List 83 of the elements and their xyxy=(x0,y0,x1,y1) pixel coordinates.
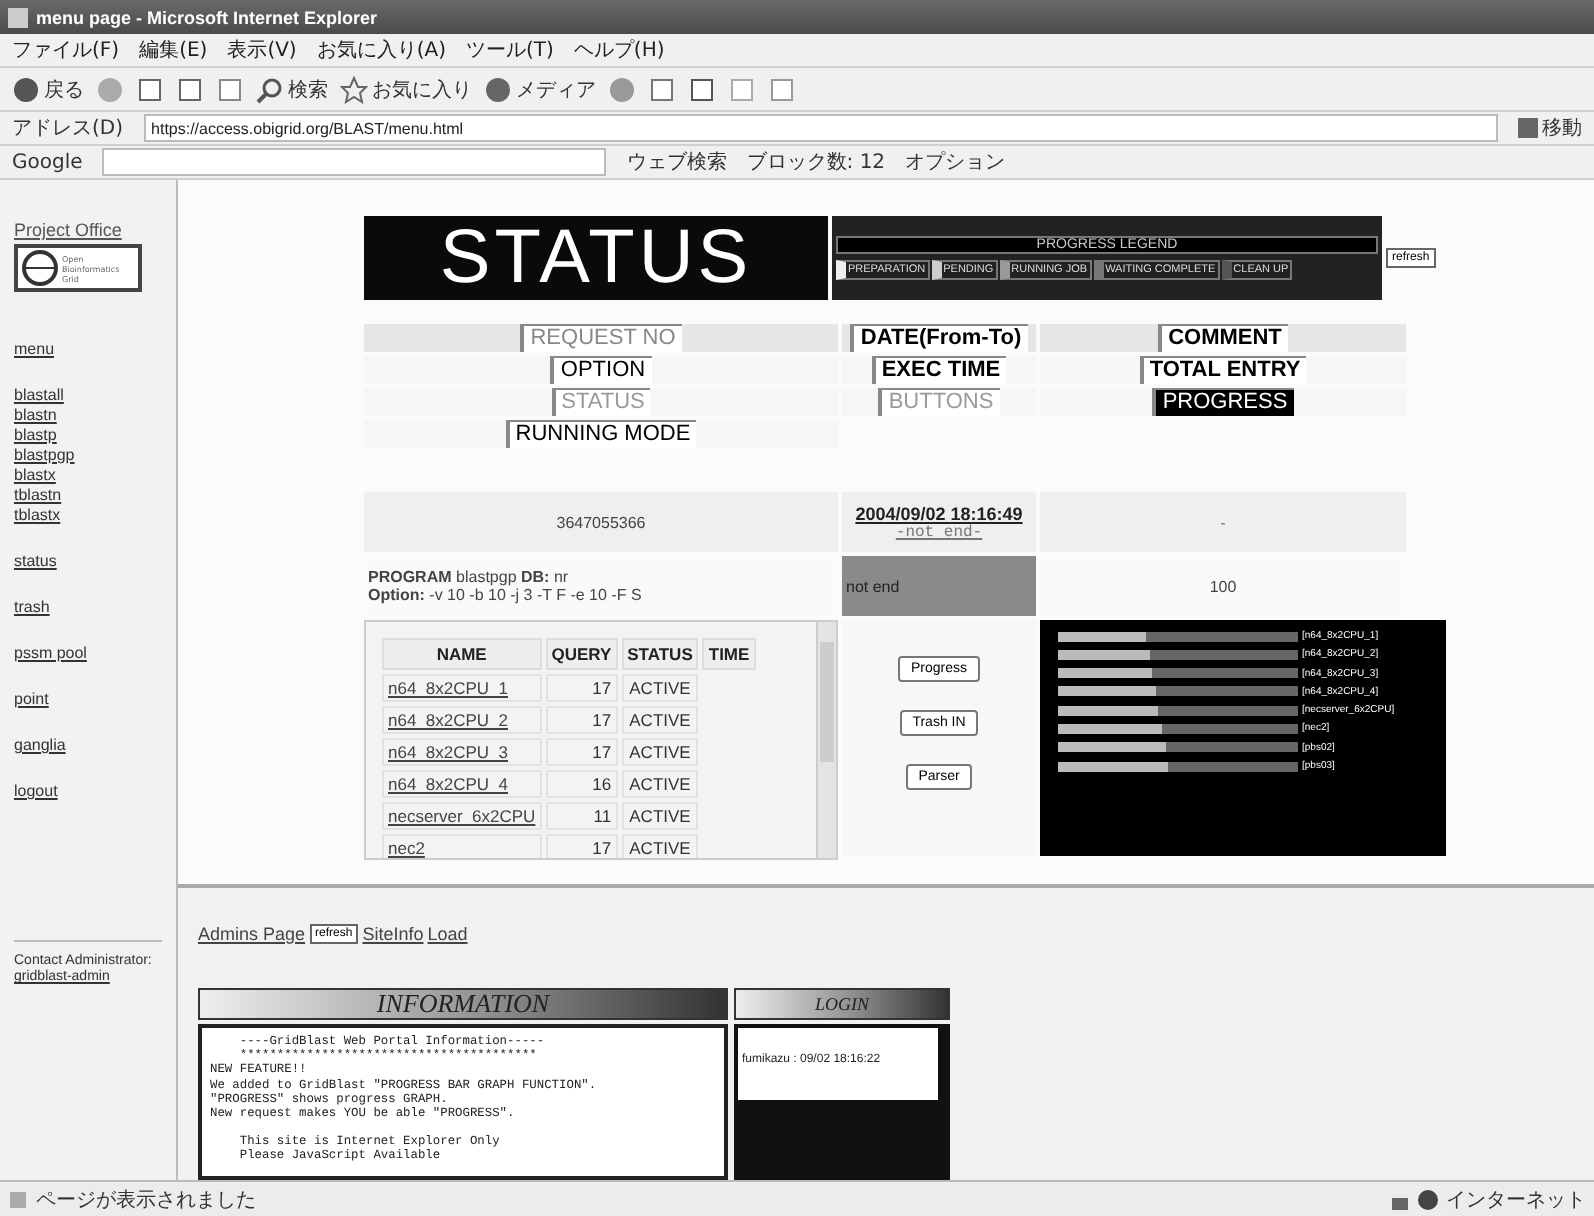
date-cell: 2004/09/02 18:16:49 -not end- xyxy=(842,492,1036,552)
sidebar-link[interactable]: blastx xyxy=(14,466,176,486)
sidebar-link[interactable]: status xyxy=(14,552,176,572)
toolbar-button[interactable]: 戻る xyxy=(12,75,84,103)
status-cell: ACTIVE xyxy=(621,834,699,858)
node-link[interactable]: necserver_6x2CPU xyxy=(388,806,536,826)
google-search-field[interactable] xyxy=(102,148,607,176)
status-cell: ACTIVE xyxy=(621,674,699,702)
header-cell: BUTTONS xyxy=(842,388,1036,416)
sidebar-link[interactable]: ganglia xyxy=(14,736,176,756)
status-banner: STATUS xyxy=(364,216,828,300)
column-header: QUERY xyxy=(545,638,618,670)
sidebar-link[interactable]: blastpgp xyxy=(14,446,176,466)
query-cell: 11 xyxy=(545,802,618,830)
program-line: PROGRAM blastpgp DB: nr xyxy=(368,568,569,586)
column-header: NAME xyxy=(382,638,542,670)
google-logo: Google xyxy=(12,151,83,173)
sidebar-link[interactable]: blastall xyxy=(14,386,176,406)
status-cell: ACTIVE xyxy=(621,802,699,830)
go-button[interactable]: 移動 xyxy=(1518,114,1582,142)
project-office-link[interactable]: Project Office xyxy=(14,220,176,240)
web-search-button[interactable]: ウェブ検索 xyxy=(626,148,727,176)
header-cell: EXEC TIME xyxy=(842,356,1036,384)
options-button[interactable]: オプション xyxy=(905,148,1006,176)
sidebar-link[interactable]: tblastn xyxy=(14,486,176,506)
option-line: Option: -v 10 -b 10 -j 3 -T F -e 10 -F S xyxy=(368,586,642,604)
zone-label: インターネット xyxy=(1446,1187,1586,1213)
sidebar-link[interactable]: logout xyxy=(14,782,176,802)
query-cell: 17 xyxy=(545,738,618,766)
node-link[interactable]: n64_8x2CPU_3 xyxy=(388,742,509,762)
header-cell: REQUEST NO xyxy=(364,324,838,352)
toolbar-button[interactable]: 検索 xyxy=(256,75,328,103)
query-cell: 17 xyxy=(545,834,618,858)
header-cell: OPTION xyxy=(364,356,838,384)
menu-item[interactable]: お気に入り(A) xyxy=(316,36,446,64)
header-cell: TOTAL ENTRY xyxy=(1040,356,1406,384)
node-link[interactable]: n64_8x2CPU_1 xyxy=(388,678,509,698)
toolbar-button[interactable]: お気に入り xyxy=(340,75,472,103)
node-link[interactable]: n64_8x2CPU_4 xyxy=(388,774,509,794)
window-title: menu page - Microsoft Internet Explorer xyxy=(36,7,378,27)
sidebar-link[interactable]: blastp xyxy=(14,426,176,446)
header-cell: PROGRESS xyxy=(1040,388,1406,416)
status-cell: ACTIVE xyxy=(621,738,699,766)
address-field[interactable]: https://access.obigrid.org/BLAST/menu.html xyxy=(143,114,1498,142)
menu-item[interactable]: 編集(E) xyxy=(139,36,208,64)
admins-page-link[interactable]: Admins Page xyxy=(198,924,306,944)
header-cell: DATE(From-To) xyxy=(842,324,1036,352)
query-cell: 17 xyxy=(545,706,618,734)
column-header: STATUS xyxy=(621,638,699,670)
sidebar-link[interactable]: trash xyxy=(14,598,176,618)
menu-item[interactable]: ヘルプ(H) xyxy=(573,36,665,64)
header-cell: RUNNING MODE xyxy=(364,420,838,448)
load-link[interactable]: Load xyxy=(427,924,468,944)
siteinfo-link[interactable]: SiteInfo xyxy=(362,924,424,944)
popup-blocked-button[interactable]: ブロック数: 12 xyxy=(746,148,886,176)
menu-item[interactable]: 表示(V) xyxy=(227,36,297,64)
sidebar-link[interactable]: menu xyxy=(14,340,176,360)
login-header: LOGIN xyxy=(734,988,950,1020)
toolbar-button[interactable]: メディア xyxy=(484,75,596,103)
request-cell: 3647055366 xyxy=(364,492,838,552)
sidebar-link[interactable]: point xyxy=(14,690,176,710)
header-cell: COMMENT xyxy=(1040,324,1406,352)
comment-cell: - xyxy=(1040,492,1406,552)
sidebar-link[interactable]: blastn xyxy=(14,406,176,426)
address-label: アドレス(D) xyxy=(12,116,124,142)
sidebar-link[interactable]: pssm pool xyxy=(14,644,176,664)
status-cell: ACTIVE xyxy=(621,706,699,734)
star-icon xyxy=(340,75,368,103)
information-header: INFORMATION xyxy=(198,988,728,1020)
status-message: ページが表示されました xyxy=(36,1187,256,1213)
query-cell: 17 xyxy=(545,674,618,702)
menu-item[interactable]: ファイル(F) xyxy=(12,36,120,64)
sidebar-link[interactable]: tblastx xyxy=(14,506,176,526)
scrollbar[interactable] xyxy=(816,622,836,858)
exec-time-cell: not end xyxy=(842,556,1036,616)
query-cell: 16 xyxy=(545,770,618,798)
menu-item[interactable]: ツール(T) xyxy=(466,36,554,64)
header-cell: STATUS xyxy=(364,388,838,416)
column-header: TIME xyxy=(702,638,756,670)
status-cell: ACTIVE xyxy=(621,770,699,798)
node-link[interactable]: n64_8x2CPU_2 xyxy=(388,710,509,730)
node-link[interactable]: nec2 xyxy=(388,838,425,858)
search-icon xyxy=(256,75,284,103)
